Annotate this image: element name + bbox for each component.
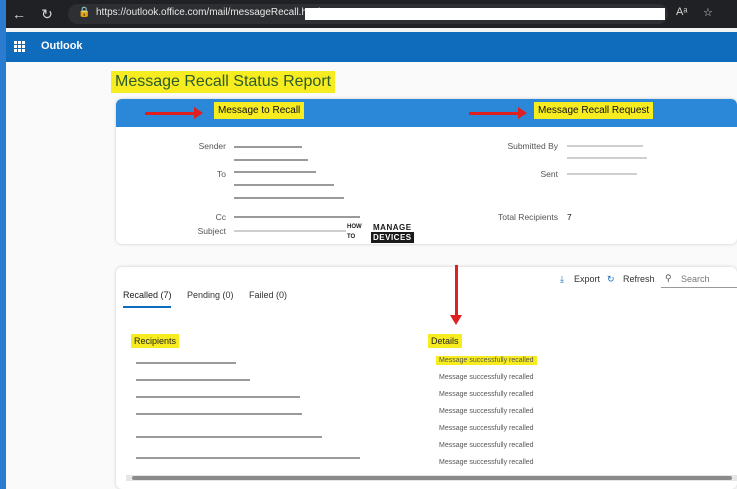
- redacted-submitter: [567, 145, 643, 147]
- download-icon[interactable]: ⤓: [560, 274, 564, 285]
- tab-recalled[interactable]: Recalled (7): [123, 290, 172, 300]
- back-arrow-icon[interactable]: ←: [10, 5, 28, 23]
- redacted-subject: [234, 230, 346, 232]
- scrollbar-thumb[interactable]: [132, 476, 732, 480]
- recall-detail: Message successfully recalled: [439, 408, 534, 415]
- sent-label: Sent: [540, 169, 559, 179]
- redacted-recipient: [136, 436, 322, 438]
- redacted-to: [234, 197, 344, 199]
- redacted-to: [234, 159, 308, 161]
- page-content: Message Recall Status Report Message to …: [6, 62, 737, 489]
- refresh-icon[interactable]: ↻: [607, 274, 615, 285]
- read-aloud-icon[interactable]: Aᵃ: [676, 6, 687, 18]
- recipients-column-header[interactable]: Recipients: [131, 334, 180, 348]
- redacted-recipient: [136, 457, 360, 459]
- browser-toolbar: ← ↻ 🔒 https://outlook.office.com/mail/me…: [6, 0, 737, 28]
- message-details-card: Message to Recall Message Recall Request…: [116, 99, 737, 244]
- how-to-manage-devices-logo: HOW TO MANAGE DEVICES: [347, 221, 421, 251]
- total-recipients-label: Total Recipients: [497, 212, 558, 222]
- tab-pending[interactable]: Pending (0): [187, 290, 234, 300]
- outlook-header: Outlook: [6, 32, 737, 62]
- total-recipients-value: 7: [567, 212, 572, 222]
- tab-failed[interactable]: Failed (0): [249, 290, 287, 300]
- browser-window: ← ↻ 🔒 https://outlook.office.com/mail/me…: [6, 0, 737, 489]
- recall-detail: Message successfully recalled: [439, 374, 534, 381]
- logo-text-how: HOW: [347, 224, 362, 230]
- horizontal-scrollbar[interactable]: [126, 475, 737, 481]
- search-placeholder: Search: [681, 274, 710, 284]
- recall-detail: Message successfully recalled: [436, 356, 537, 365]
- recall-detail: Message successfully recalled: [439, 459, 534, 466]
- url-text: https://outlook.office.com/mail/messageR…: [96, 7, 321, 18]
- address-bar[interactable]: 🔒 https://outlook.office.com/mail/messag…: [68, 4, 668, 24]
- details-column-header[interactable]: Details: [428, 334, 462, 348]
- app-launcher-icon[interactable]: [14, 41, 25, 52]
- recall-request-label: Message Recall Request: [534, 102, 654, 119]
- recipients-card: Recalled (7) Pending (0) Failed (0) ⤓ Ex…: [116, 267, 737, 489]
- refresh-icon[interactable]: ↻: [38, 5, 56, 23]
- logo-text-to: TO: [347, 234, 356, 240]
- message-to-recall-label: Message to Recall: [214, 102, 305, 119]
- redacted-to: [234, 184, 334, 186]
- to-label: To: [217, 169, 226, 179]
- app-title[interactable]: Outlook: [41, 40, 83, 52]
- sender-label: Sender: [198, 141, 226, 151]
- recall-detail: Message successfully recalled: [439, 391, 534, 398]
- redacted-submitter: [567, 157, 647, 159]
- redacted-recipient: [136, 379, 250, 381]
- logo-text-devices: DEVICES: [371, 232, 414, 243]
- logo-text-manage: MANAGE: [373, 223, 412, 232]
- red-down-arrow-icon: [450, 265, 462, 325]
- redacted-cc: [234, 216, 360, 218]
- active-tab-indicator: [123, 306, 171, 308]
- export-button[interactable]: Export: [574, 274, 600, 284]
- redacted-sent: [567, 173, 637, 175]
- redacted-recipient: [136, 413, 302, 415]
- refresh-button[interactable]: Refresh: [623, 274, 655, 284]
- red-arrow-icon: [145, 107, 203, 119]
- redacted-to: [234, 171, 316, 173]
- lock-icon: 🔒: [78, 7, 91, 18]
- redacted-recipient: [136, 396, 300, 398]
- search-icon: ⚲: [665, 273, 672, 283]
- star-icon[interactable]: ☆: [703, 6, 713, 19]
- subject-label: Subject: [197, 226, 226, 236]
- redacted-recipient: [136, 362, 236, 364]
- submitted-by-label: Submitted By: [507, 141, 558, 151]
- redacted-url: [305, 8, 665, 20]
- page-title: Message Recall Status Report: [111, 71, 336, 93]
- redacted-sender: [234, 146, 302, 148]
- search-input[interactable]: ⚲ Search: [661, 270, 737, 288]
- cc-label: Cc: [215, 212, 226, 222]
- recall-detail: Message successfully recalled: [439, 442, 534, 449]
- red-arrow-icon: [469, 107, 527, 119]
- recall-detail: Message successfully recalled: [439, 425, 534, 432]
